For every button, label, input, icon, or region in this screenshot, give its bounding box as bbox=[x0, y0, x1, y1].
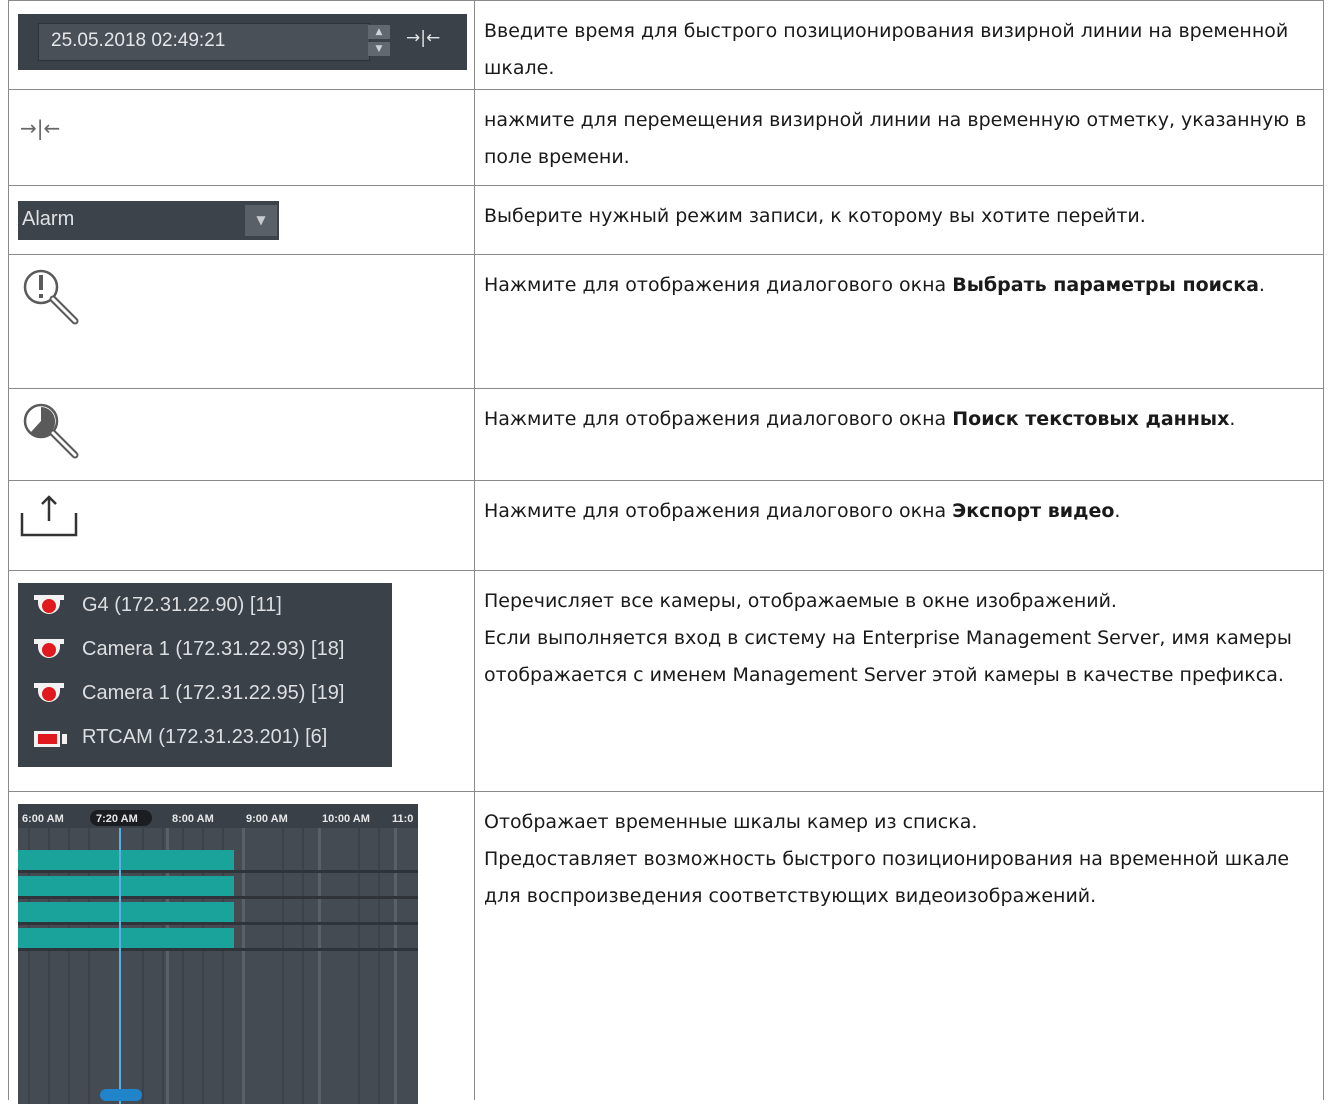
spin-down-icon[interactable]: ▼ bbox=[368, 42, 390, 56]
camera-name: RTCAM (172.31.23.201) [6] bbox=[82, 726, 328, 748]
box-camera-icon bbox=[34, 731, 67, 747]
spin-up-icon[interactable]: ▲ bbox=[368, 25, 390, 39]
table-row: 25.05.2018 02:49:21 ▲ ▼ →|← Введите врем… bbox=[8, 0, 1324, 89]
punctuation: . bbox=[1114, 500, 1121, 522]
list-item[interactable]: Camera 1 (172.31.22.95) [19] bbox=[18, 675, 392, 711]
widget-cell bbox=[8, 389, 474, 480]
camera-name: G4 (172.31.22.90) [11] bbox=[82, 594, 282, 616]
text-data-search-icon[interactable] bbox=[19, 399, 81, 461]
table-row: G4 (172.31.22.90) [11] Camera 1 (172.31.… bbox=[8, 570, 1324, 791]
description-cell: Нажмите для отображения диалогового окна… bbox=[474, 255, 1324, 388]
camera-timeline[interactable]: 6:00 AM 7:20 AM 8:00 AM 9:00 AM 10:00 AM… bbox=[18, 804, 418, 1104]
timeline-tick-label: 10:00 AM bbox=[322, 813, 370, 825]
dialog-name: Поиск текстовых данных bbox=[952, 408, 1230, 430]
widget-cell: 25.05.2018 02:49:21 ▲ ▼ →|← bbox=[8, 1, 474, 89]
current-time-label: 7:20 AM bbox=[96, 813, 138, 825]
datetime-value: 25.05.2018 02:49:21 bbox=[51, 30, 226, 51]
punctuation: . bbox=[1258, 274, 1265, 296]
widget-cell bbox=[8, 481, 474, 570]
search-parameters-icon[interactable] bbox=[19, 265, 81, 327]
timeline-canvas[interactable]: 6:00 AM 7:20 AM 8:00 AM 9:00 AM 10:00 AM… bbox=[18, 804, 418, 1104]
dome-camera-icon bbox=[34, 683, 64, 702]
description-text: Предоставляет возможность быстрого позиц… bbox=[484, 848, 1290, 907]
camera-name: Camera 1 (172.31.22.93) [18] bbox=[82, 638, 345, 660]
widget-cell: →|← bbox=[8, 90, 474, 185]
description-cell: Нажмите для отображения диалогового окна… bbox=[474, 389, 1324, 480]
punctuation: . bbox=[1229, 408, 1236, 430]
dialog-name: Выбрать параметры поиска bbox=[952, 274, 1259, 296]
widget-cell: G4 (172.31.22.90) [11] Camera 1 (172.31.… bbox=[8, 571, 474, 791]
description-text: нажмите для перемещения визирной линии н… bbox=[484, 109, 1307, 168]
timeline-tick-label: 11:0 bbox=[392, 813, 413, 825]
table-row: 6:00 AM 7:20 AM 8:00 AM 9:00 AM 10:00 AM… bbox=[8, 791, 1324, 1104]
timeline-tick-label: 8:00 AM bbox=[172, 813, 214, 825]
table-row: Нажмите для отображения диалогового окна… bbox=[8, 388, 1324, 480]
table-row: Alarm ▼ Выберите нужный режим записи, к … bbox=[8, 185, 1324, 254]
list-item[interactable]: G4 (172.31.22.90) [11] bbox=[18, 587, 392, 623]
table-row: →|← нажмите для перемещения визирной лин… bbox=[8, 89, 1324, 185]
description-text: Выберите нужный режим записи, к которому… bbox=[484, 205, 1146, 227]
description-text: Отображает временные шкалы камер из спис… bbox=[484, 811, 978, 833]
dome-camera-icon bbox=[34, 595, 64, 614]
time-navigation-bar: 25.05.2018 02:49:21 ▲ ▼ →|← bbox=[18, 14, 467, 70]
camera-name: Camera 1 (172.31.22.95) [19] bbox=[82, 682, 345, 704]
recording-mode-value: Alarm bbox=[22, 208, 75, 230]
list-item[interactable]: RTCAM (172.31.23.201) [6] bbox=[18, 719, 392, 755]
table-row: Нажмите для отображения диалогового окна… bbox=[8, 480, 1324, 570]
description-text: Нажмите для отображения диалогового окна bbox=[484, 408, 953, 430]
description-text: Перечисляет все камеры, отображаемые в о… bbox=[484, 590, 1117, 612]
dome-camera-icon bbox=[34, 639, 64, 658]
datetime-spinner[interactable]: ▲ ▼ bbox=[368, 25, 394, 57]
description-cell: Перечисляет все камеры, отображаемые в о… bbox=[474, 571, 1324, 791]
description-cell: Введите время для быстрого позиционирова… bbox=[474, 1, 1324, 89]
jump-to-time-button[interactable]: →|← bbox=[406, 28, 440, 48]
description-cell: Отображает временные шкалы камер из спис… bbox=[474, 792, 1324, 1100]
reference-table: 25.05.2018 02:49:21 ▲ ▼ →|← Введите врем… bbox=[8, 0, 1324, 1104]
dialog-name: Экспорт видео bbox=[952, 500, 1115, 522]
camera-list: G4 (172.31.22.90) [11] Camera 1 (172.31.… bbox=[18, 583, 392, 767]
widget-cell: Alarm ▼ bbox=[8, 186, 474, 254]
timeline-tick-label: 6:00 AM bbox=[22, 813, 64, 825]
description-cell: Нажмите для отображения диалогового окна… bbox=[474, 481, 1324, 570]
recording-mode-select[interactable]: Alarm ▼ bbox=[18, 201, 279, 240]
description-text: Если выполняется вход в систему на Enter… bbox=[484, 627, 1292, 686]
timeline-tick-label: 9:00 AM bbox=[246, 813, 288, 825]
description-cell: Выберите нужный режим записи, к которому… bbox=[474, 186, 1324, 254]
widget-cell bbox=[8, 255, 474, 388]
datetime-input[interactable]: 25.05.2018 02:49:21 bbox=[38, 23, 370, 61]
export-icon[interactable] bbox=[19, 493, 79, 539]
widget-cell: 6:00 AM 7:20 AM 8:00 AM 9:00 AM 10:00 AM… bbox=[8, 792, 474, 1104]
jump-to-time-icon[interactable]: →|← bbox=[20, 116, 60, 140]
table-row: Нажмите для отображения диалогового окна… bbox=[8, 254, 1324, 388]
list-item[interactable]: Camera 1 (172.31.22.93) [18] bbox=[18, 631, 392, 667]
description-text: Нажмите для отображения диалогового окна bbox=[484, 500, 953, 522]
description-cell: нажмите для перемещения визирной линии н… bbox=[474, 90, 1324, 185]
description-text: Нажмите для отображения диалогового окна bbox=[484, 274, 953, 296]
chevron-down-icon[interactable]: ▼ bbox=[245, 205, 277, 236]
description-text: Введите время для быстрого позиционирова… bbox=[484, 20, 1289, 79]
